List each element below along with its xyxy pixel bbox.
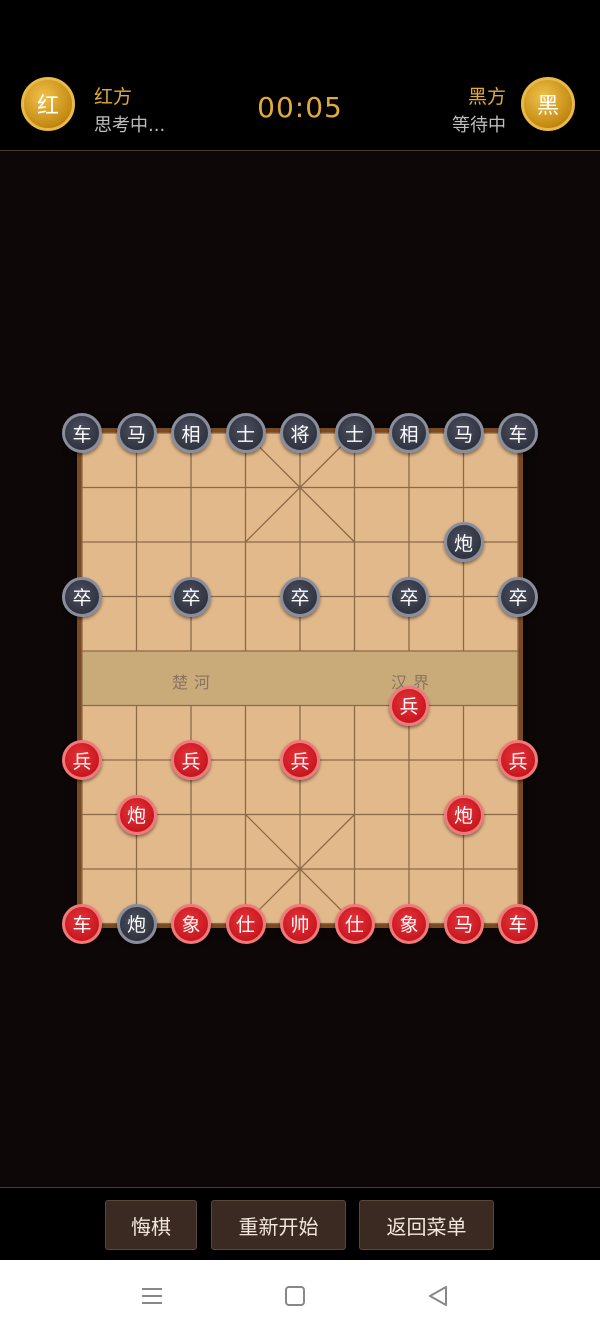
red-piece[interactable]: 车 [498,903,538,944]
black-piece[interactable]: 马 [443,413,484,453]
black-piece[interactable]: 卒 [171,576,211,617]
red-piece[interactable]: 兵 [280,740,320,780]
home-icon[interactable] [281,1282,309,1310]
black-piece[interactable]: 炮 [116,903,157,944]
black-piece[interactable]: 车 [62,413,102,453]
black-piece[interactable]: 士 [225,413,266,453]
red-piece[interactable]: 炮 [443,794,484,835]
red-piece[interactable]: 炮 [116,794,157,835]
black-piece[interactable]: 卒 [389,576,429,617]
control-bar: 悔棋 重新开始 返回菜单 [0,1187,600,1261]
undo-button[interactable]: 悔棋 [105,1200,197,1250]
black-piece[interactable]: 相 [389,413,429,453]
red-piece[interactable]: 仕 [334,903,375,944]
black-piece[interactable]: 马 [116,413,157,453]
black-piece[interactable]: 炮 [443,522,484,562]
red-piece[interactable]: 兵 [171,740,211,780]
black-piece[interactable]: 车 [498,413,538,453]
return-menu-button[interactable]: 返回菜单 [359,1200,494,1250]
black-piece[interactable]: 卒 [498,576,538,617]
system-nav-bar [0,1260,600,1333]
board-grid-lines [81,432,519,925]
red-piece[interactable]: 车 [62,903,102,944]
black-piece[interactable]: 士 [334,413,375,453]
black-piece[interactable]: 卒 [62,576,102,617]
red-piece[interactable]: 兵 [62,740,102,780]
red-piece[interactable]: 兵 [498,740,538,780]
red-piece[interactable]: 仕 [225,903,266,944]
restart-button[interactable]: 重新开始 [211,1200,346,1250]
black-piece[interactable]: 卒 [280,576,320,617]
black-piece[interactable]: 将 [280,413,320,453]
red-piece[interactable]: 帅 [280,903,320,944]
red-piece[interactable]: 象 [389,903,429,944]
red-piece[interactable]: 马 [443,903,484,944]
black-piece[interactable]: 相 [171,413,211,453]
red-piece[interactable]: 兵 [389,685,429,726]
back-icon[interactable] [424,1282,452,1310]
red-piece[interactable]: 象 [171,903,211,944]
menu-icon[interactable] [138,1282,166,1310]
